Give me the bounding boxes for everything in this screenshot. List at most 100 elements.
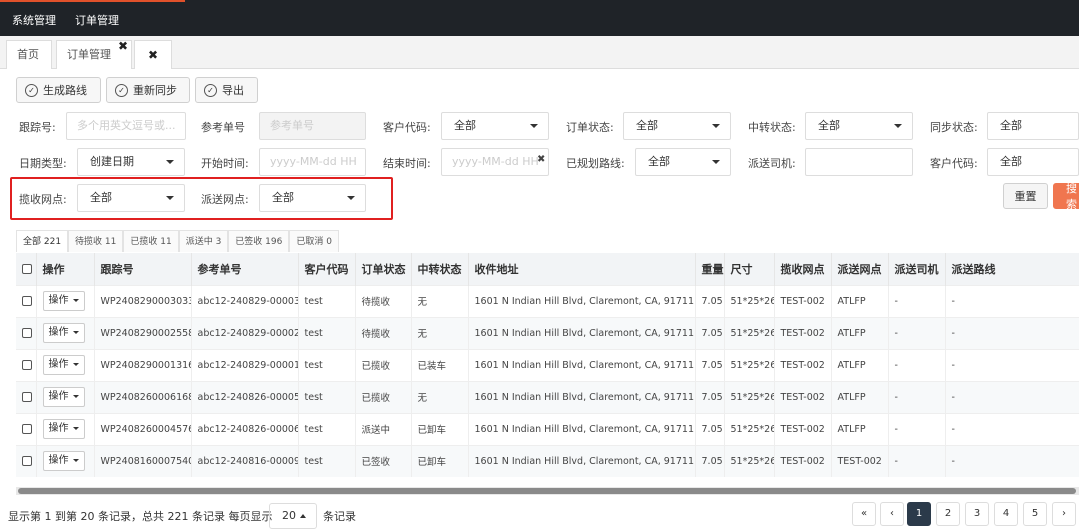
table-cell: ATLFP [831,316,889,349]
status-tab-signed[interactable]: 已签收 196 [228,230,290,252]
table-row[interactable]: 操作 WP2408260004576 abc12-240826-00006 te… [16,412,1079,445]
status-tab-picked-up[interactable]: 已揽收 11 [123,230,179,252]
row-action-dropdown[interactable]: 操作 [42,387,85,407]
table-cell: 51*25*26 [724,284,775,317]
table-cell: ATLFP [831,284,889,317]
delivery-point-select[interactable]: 全部 [259,184,366,212]
status-tab-all[interactable]: 全部 221 [16,230,69,252]
export-button[interactable]: ✓ 导出 [195,77,258,103]
row-select-cell [16,316,37,349]
page-button-5[interactable]: 5 [1023,502,1047,526]
row-action-dropdown[interactable]: 操作 [42,355,85,375]
page-button-3[interactable]: 3 [965,502,989,526]
column-header[interactable]: 客户代码 [298,253,356,285]
orders-table: 操作 跟踪号 参考单号 客户代码 订单状态 中转状态 收件地址 重量 尺寸 揽收… [16,253,1079,477]
row-action-dropdown[interactable]: 操作 [42,451,85,472]
customer-code-value: 全部 [454,119,476,132]
close-all-tabs-button[interactable]: ✖ [134,40,172,69]
order-status-select[interactable]: 全部 [623,112,731,140]
row-checkbox[interactable] [22,328,32,338]
ref-no-input[interactable]: 参考单号 [259,112,366,140]
pagination-suffix: 条记录 [323,510,356,523]
op-label: 操作 [48,359,69,370]
row-action-dropdown[interactable]: 操作 [42,323,85,343]
row-checkbox[interactable] [22,424,32,434]
transfer-status-select[interactable]: 全部 [805,112,913,140]
table-cell: 已揽收 [355,348,412,381]
table-cell: TEST-002 [774,444,832,477]
sync-status-select[interactable]: 全部 [987,112,1079,140]
column-header[interactable]: 尺寸 [724,253,775,285]
page-button-4[interactable]: 4 [994,502,1018,526]
next-page-button[interactable]: › [1052,502,1076,526]
page-button-1[interactable]: 1 [907,502,931,526]
menu-order-admin[interactable]: 订单管理 [75,12,119,28]
row-checkbox[interactable] [22,392,32,402]
horizontal-scrollbar[interactable] [16,487,1079,495]
sync-status-value: 全部 [1000,119,1022,132]
chevron-down-icon [894,124,902,128]
table-cell: TEST-002 [774,316,832,349]
page-button-2[interactable]: 2 [936,502,960,526]
scrollbar-thumb[interactable] [18,488,1076,494]
clear-icon[interactable]: ✖ [537,154,545,165]
table-row[interactable]: 操作 WP2408260006168 abc12-240826-00005 te… [16,380,1079,413]
tab-home[interactable]: 首页 [6,40,52,69]
column-header[interactable]: 派送网点 [831,253,889,285]
table-row[interactable]: 操作 WP2408160007540 abc12-240816-00009 te… [16,444,1079,477]
column-header[interactable]: 中转状态 [411,253,469,285]
generate-route-button[interactable]: ✓ 生成路线 [16,77,101,103]
customer-code-select[interactable]: 全部 [441,112,549,140]
prev-page-button[interactable]: ‹ [880,502,904,526]
op-cell: 操作 [36,316,95,349]
driver-input[interactable] [805,148,913,176]
table-cell: 已卸车 [411,444,469,477]
op-cell: 操作 [36,444,95,477]
row-action-dropdown[interactable]: 操作 [42,291,85,311]
table-cell: - [888,412,946,445]
row-checkbox[interactable] [22,456,32,467]
tracking-no-input[interactable]: 多个用英文逗号或... [66,112,186,140]
column-header[interactable]: 跟踪号 [94,253,192,285]
customer-code-label: 客户代码: [383,121,431,134]
menu-system-admin[interactable]: 系统管理 [12,12,56,28]
table-cell: abc12-240829-00003 [191,284,299,317]
search-button[interactable]: 搜索 [1053,182,1079,211]
status-tab-cancelled[interactable]: 已取消 0 [289,230,339,252]
op-label: 操作 [48,423,69,434]
column-header[interactable]: 收件地址 [468,253,696,285]
chevron-down-icon [72,330,79,334]
page-size-select[interactable]: 20 [269,503,317,529]
pickup-point-select[interactable]: 全部 [77,184,185,212]
column-header[interactable]: 派送司机 [888,253,946,285]
column-header[interactable]: 参考单号 [191,253,299,285]
status-tab-delivering[interactable]: 派送中 3 [178,230,229,252]
select-all-checkbox[interactable] [22,264,32,275]
start-time-label: 开始时间: [201,157,249,170]
end-time-input[interactable]: yyyy-MM-dd HH [441,148,549,176]
tab-order-admin[interactable]: 订单管理 ✖ [56,39,132,69]
row-checkbox[interactable] [22,360,32,370]
start-time-input[interactable]: yyyy-MM-dd HH [259,148,366,176]
reset-button[interactable]: 重置 [1003,183,1048,209]
column-header[interactable]: 揽收网点 [774,253,832,285]
row-action-dropdown[interactable]: 操作 [42,419,85,439]
planned-route-select[interactable]: 全部 [635,148,731,176]
status-tab-pending-pickup[interactable]: 待揽收 11 [68,230,124,252]
table-cell: WP2408290002558 [94,316,192,349]
resync-button[interactable]: ✓ 重新同步 [106,77,190,103]
column-header[interactable]: 订单状态 [355,253,412,285]
chevron-down-icon [72,394,79,398]
column-header[interactable]: 重量 [695,253,725,285]
table-row[interactable]: 操作 WP2408290002558 abc12-240829-00002 te… [16,316,1079,349]
tab-close-icon[interactable]: ✖ [118,32,128,60]
op-cell: 操作 [36,412,95,445]
table-cell: 7.05 [695,444,725,477]
table-row[interactable]: 操作 WP2408290001316 abc12-240829-00001 te… [16,348,1079,381]
date-type-select[interactable]: 创建日期 [77,148,185,176]
table-row[interactable]: 操作 WP2408290003033 abc12-240829-00003 te… [16,284,1079,317]
customer-code2-select[interactable]: 全部 [987,148,1079,176]
first-page-button[interactable]: « [852,502,876,526]
column-header[interactable]: 派送路线 [945,253,1079,285]
row-checkbox[interactable] [22,296,32,306]
